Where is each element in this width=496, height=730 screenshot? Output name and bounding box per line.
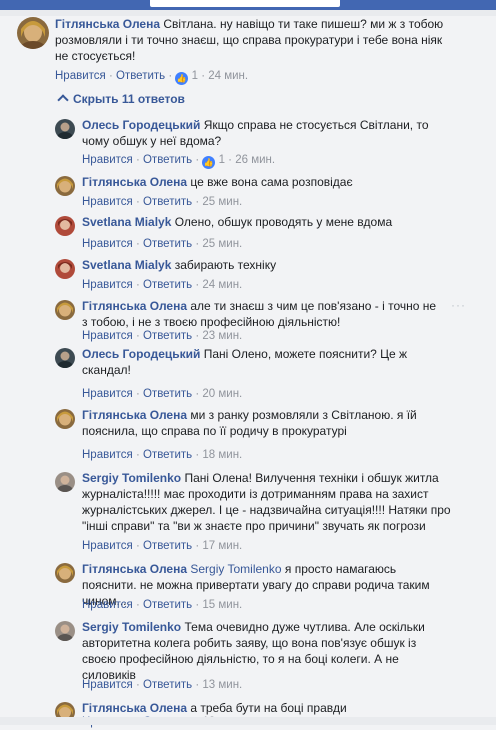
reaction-count[interactable]: 1 [192, 70, 198, 82]
comment-author[interactable]: Гітлянська Олена [82, 175, 187, 189]
like-link[interactable]: Нравится [82, 449, 133, 461]
comment-author[interactable]: Олесь Городецький [82, 118, 200, 132]
comment-text: а треба бути на боці правди [190, 701, 347, 715]
reply-link[interactable]: Ответить [143, 449, 192, 461]
like-link[interactable]: Нравится [55, 70, 106, 82]
timestamp[interactable]: 26 мин. [235, 154, 275, 166]
reply-link[interactable]: Ответить [143, 540, 192, 552]
timestamp[interactable]: 17 мин. [202, 540, 242, 552]
comment-text: забирають техніку [174, 258, 277, 272]
avatar[interactable] [55, 300, 75, 320]
like-reaction-icon[interactable]: 👍 [175, 72, 189, 85]
reply-comment: Олесь Городецький Якщо справа не стосуєт… [0, 117, 496, 169]
avatar[interactable] [55, 472, 75, 492]
timestamp[interactable]: 25 мин. [202, 196, 242, 208]
timestamp[interactable]: 15 мин. [202, 599, 242, 611]
search-field-edge[interactable] [150, 0, 340, 7]
reply-comment: Sergiy Tomilenko Пані Олена! Вилучення т… [0, 470, 496, 554]
like-link[interactable]: Нравится [82, 238, 133, 250]
mention-link[interactable]: Sergiy Tomilenko [190, 562, 281, 576]
avatar[interactable] [55, 176, 75, 196]
comment-author[interactable]: Гітлянська Олена [82, 562, 187, 576]
reply-comment: Svetlana Mialyk Олено, обшук проводять у… [0, 214, 496, 252]
like-link[interactable]: Нравится [82, 679, 133, 691]
reply-link[interactable]: Ответить [143, 196, 192, 208]
timestamp[interactable]: 20 мин. [202, 388, 242, 400]
comment-thread: Гітлянська Олена Світлана. ну навіщо ти … [0, 16, 496, 728]
reply-link[interactable]: Ответить [143, 154, 192, 166]
reply-link[interactable]: Ответить [143, 330, 192, 342]
reply-link[interactable]: Ответить [143, 279, 192, 291]
reply-link[interactable]: Ответить [143, 679, 192, 691]
avatar[interactable] [55, 563, 75, 583]
comment-author[interactable]: Олесь Городецький [82, 347, 200, 361]
like-link[interactable]: Нравится [82, 279, 133, 291]
comment-author[interactable]: Svetlana Mialyk [82, 258, 171, 272]
avatar[interactable] [55, 259, 75, 279]
timestamp[interactable]: 18 мин. [202, 449, 242, 461]
reply-link[interactable]: Ответить [116, 70, 165, 82]
reply-comment: Sergiy Tomilenko Тема очевидно дуже чутл… [0, 619, 496, 693]
like-reaction-icon[interactable]: 👍 [202, 156, 216, 169]
ellipsis-icon[interactable]: ··· [451, 298, 466, 312]
reply-link[interactable]: Ответить [143, 238, 192, 250]
like-link[interactable]: Нравится [82, 196, 133, 208]
comment-author[interactable]: Svetlana Mialyk [82, 215, 171, 229]
reply-link[interactable]: Ответить [143, 388, 192, 400]
reply-comment: Svetlana Mialyk забирають техніку Нравитс… [0, 257, 496, 293]
avatar[interactable] [17, 17, 49, 49]
comment-author[interactable]: Sergiy Tomilenko [82, 620, 181, 634]
reply-comment: Гітлянська Олена але ти знаєш з чим це п… [0, 298, 496, 344]
like-link[interactable]: Нравится [82, 599, 133, 611]
reply-comment: Гітлянська Олена це вже вона сама розпов… [0, 174, 496, 210]
comment-author[interactable]: Гітлянська Олена [82, 408, 187, 422]
comment-author[interactable]: Sergiy Tomilenko [82, 471, 181, 485]
comment-author[interactable]: Гітлянська Олена [82, 701, 187, 715]
comment-author[interactable]: Гітлянська Олена [82, 299, 187, 313]
like-link[interactable]: Нравится [82, 540, 133, 552]
reply-link[interactable]: Ответить [143, 599, 192, 611]
avatar[interactable] [55, 216, 75, 236]
timestamp[interactable]: 23 мин. [202, 330, 242, 342]
reply-comment: Гітлянська Олена а треба бути на боці пр… [0, 700, 496, 730]
comment-author[interactable]: Гітлянська Олена [55, 17, 160, 31]
bottom-strip [0, 717, 496, 725]
top-bar [0, 0, 496, 10]
avatar[interactable] [55, 348, 75, 368]
reply-comment: Олесь Городецький Пані Олено, можете поя… [0, 346, 496, 402]
timestamp[interactable]: 25 мин. [202, 238, 242, 250]
hide-replies-toggle[interactable]: Скрыть 11 ответов [57, 91, 185, 107]
like-link[interactable]: Нравится [82, 388, 133, 400]
timestamp[interactable]: 24 мин. [208, 70, 248, 82]
reply-comment: Гітлянська Олена Sergiy Tomilenko я прос… [0, 561, 496, 613]
like-link[interactable]: Нравится [82, 330, 133, 342]
comment-text: Олено, обшук проводять у мене вдома [174, 215, 393, 229]
reply-comment: Гітлянська Олена ми з ранку розмовляли з… [0, 407, 496, 463]
timestamp[interactable]: 24 мин. [202, 279, 242, 291]
avatar[interactable] [55, 409, 75, 429]
timestamp[interactable]: 13 мин. [202, 679, 242, 691]
like-link[interactable]: Нравится [82, 154, 133, 166]
avatar[interactable] [55, 119, 75, 139]
comment-text: це вже вона сама розповідає [190, 175, 353, 189]
chevron-up-icon [57, 94, 69, 106]
avatar[interactable] [55, 621, 75, 641]
